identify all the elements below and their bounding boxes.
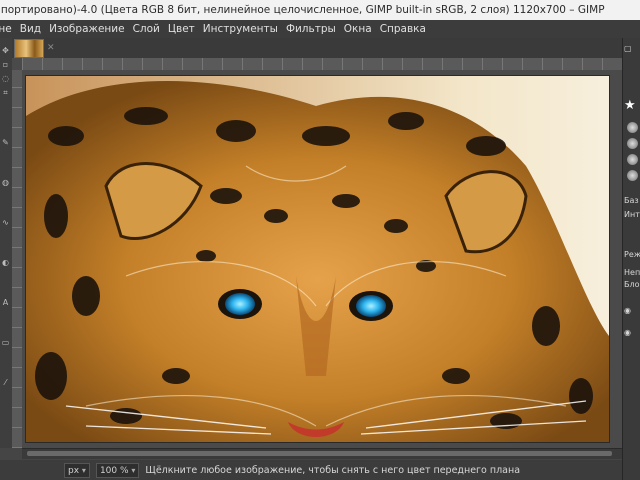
eraser-tool-icon[interactable]: ▭ xyxy=(1,338,10,347)
select-tool-icon[interactable]: ▫ xyxy=(1,60,10,69)
close-tab-icon[interactable]: ✕ xyxy=(47,43,55,53)
lasso-tool-icon[interactable]: ◌ xyxy=(1,74,10,83)
text-tool-icon[interactable]: A xyxy=(1,298,10,307)
status-bar: px ▾ 100 % ▾ Щёлкните любое изображение,… xyxy=(0,460,622,480)
window-title-bar: ипортировано)-4.0 (Цвета RGB 8 бит, нели… xyxy=(0,0,640,20)
menu-item-windows[interactable]: Окна xyxy=(340,23,376,35)
zoom-selector[interactable]: 100 % ▾ xyxy=(95,462,140,478)
window-title: ипортировано)-4.0 (Цвета RGB 8 бит, нели… xyxy=(0,4,605,16)
color-picker-icon[interactable]: ⁄ xyxy=(1,378,10,387)
smudge-tool-icon[interactable]: ∿ xyxy=(1,218,10,227)
dock-label-basic: Баз xyxy=(624,196,639,205)
right-eye xyxy=(356,295,386,317)
menu-item-edit[interactable]: ане xyxy=(0,23,16,35)
dodge-tool-icon[interactable]: ◐ xyxy=(1,258,10,267)
menu-item-tools[interactable]: Инструменты xyxy=(199,23,282,35)
clone-tool-icon[interactable]: ◍ xyxy=(1,178,10,187)
chevron-down-icon: ▾ xyxy=(81,465,86,475)
unit-value: px xyxy=(68,465,80,476)
brush-preset-1[interactable] xyxy=(627,122,638,133)
scrollbar-thumb[interactable] xyxy=(27,451,612,456)
menu-item-filters[interactable]: Фильтры xyxy=(282,23,340,35)
eye-visibility-icon[interactable]: ◉ xyxy=(624,306,640,315)
dock-label-mode: Реж xyxy=(624,250,640,259)
menu-item-image[interactable]: Изображение xyxy=(45,23,129,35)
status-message: Щёлкните любое изображение, чтобы снять … xyxy=(145,464,521,476)
image-tab-strip: ✕ xyxy=(12,38,622,58)
image-canvas[interactable] xyxy=(26,76,609,442)
dock-label-opacity: Непрo xyxy=(624,268,640,277)
menu-item-layer[interactable]: Слой xyxy=(129,23,164,35)
eye-visibility-icon-2[interactable]: ◉ xyxy=(624,328,640,337)
brush-star-icon[interactable]: ★ xyxy=(624,98,640,113)
left-eye xyxy=(225,293,255,315)
paint-tool-icon[interactable]: ✎ xyxy=(1,138,10,147)
menu-item-view[interactable]: Вид xyxy=(16,23,45,35)
unit-selector[interactable]: px ▾ xyxy=(64,462,90,478)
leopard-artwork-image xyxy=(26,76,609,442)
dock-collapse-icon[interactable]: ▢ xyxy=(624,44,640,53)
brush-preset-4[interactable] xyxy=(627,170,638,181)
chevron-down-icon: ▾ xyxy=(131,465,136,475)
menu-item-colors[interactable]: Цвет xyxy=(164,23,199,35)
brush-preset-3[interactable] xyxy=(627,154,638,165)
horizontal-ruler[interactable] xyxy=(22,58,622,70)
zoom-value: 100 % xyxy=(99,465,129,476)
menu-bar: ане Вид Изображение Слой Цвет Инструмент… xyxy=(0,20,640,38)
brush-preset-2[interactable] xyxy=(627,138,638,149)
image-tab-thumbnail[interactable] xyxy=(14,38,44,58)
vertical-ruler[interactable] xyxy=(12,70,22,448)
dock-label-lock: Блок xyxy=(624,280,640,289)
crop-tool-icon[interactable]: ⌗ xyxy=(1,88,10,97)
dock-label-interval: Инте xyxy=(624,210,640,219)
menu-item-help[interactable]: Справка xyxy=(376,23,430,35)
move-tool-icon[interactable]: ✥ xyxy=(1,46,10,55)
horizontal-scrollbar[interactable] xyxy=(22,448,622,459)
right-dock: ▢ ★ Баз Инте Реж Непрo Блок ◉ ◉ xyxy=(622,38,640,480)
